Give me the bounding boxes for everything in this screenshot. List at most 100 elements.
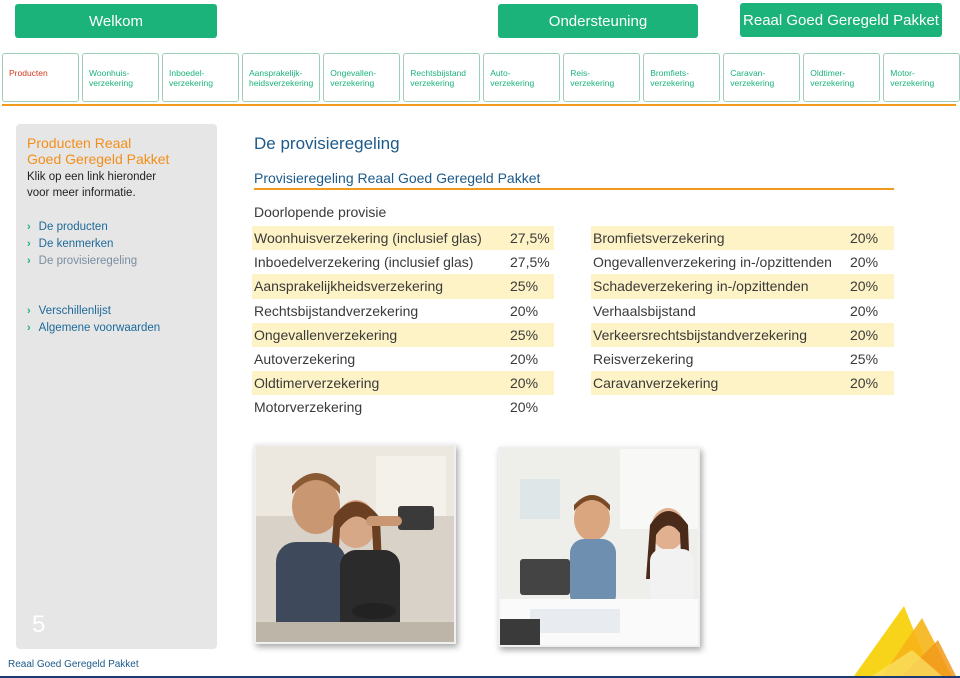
tab-label: Producten bbox=[9, 68, 48, 78]
tab-motorverzekering[interactable]: Motor-verzekering bbox=[883, 53, 960, 102]
rate-row: Verkeersrechtsbijstandverzekering 20% bbox=[591, 322, 894, 347]
rate-percentage: 27,5% bbox=[510, 254, 550, 271]
sidebar-link-algemene-voorwaarden[interactable]: › Algemene voorwaarden bbox=[27, 320, 160, 337]
section-divider bbox=[254, 188, 894, 190]
sidebar-link-label: De kenmerken bbox=[38, 238, 114, 250]
tab-label: verzekering bbox=[490, 78, 535, 88]
tab-caravanverzekering[interactable]: Caravan-verzekering bbox=[723, 53, 801, 102]
sidebar-link-de-provisieregeling[interactable]: › De provisieregeling bbox=[27, 253, 137, 270]
tab-rechtsbijstandverzekering[interactable]: Rechtsbijstand verzekering bbox=[403, 53, 481, 102]
tab-label: verzekering bbox=[810, 78, 855, 88]
tab-reisverzekering[interactable]: Reis-verzekering bbox=[563, 53, 641, 102]
tab-label: Rechtsbijstand bbox=[410, 68, 467, 78]
sidebar-description-line: voor meer informatie. bbox=[27, 187, 136, 199]
sidebar-link-label: Verschillenlijst bbox=[38, 305, 111, 317]
tab-oldtimerverzekering[interactable]: Oldtimer-verzekering bbox=[803, 53, 881, 102]
photo-advisor-meeting bbox=[498, 447, 700, 647]
sidebar-link-label: Algemene voorwaarden bbox=[38, 322, 161, 334]
rate-name: Oldtimerverzekering bbox=[254, 375, 380, 392]
rate-percentage: 20% bbox=[510, 399, 539, 416]
tab-label: Bromfiets- bbox=[650, 68, 689, 78]
rate-name: Ongevallenverzekering in-/opzittenden bbox=[593, 254, 832, 271]
rate-percentage: 20% bbox=[510, 302, 539, 319]
rate-name: Rechtsbijstandverzekering bbox=[254, 302, 419, 319]
section-label: Doorlopende provisie bbox=[254, 204, 387, 220]
sidebar-link-verschillenlijst[interactable]: › Verschillenlijst bbox=[27, 303, 160, 320]
rate-percentage: 20% bbox=[510, 375, 539, 392]
rate-percentage: 20% bbox=[850, 375, 879, 392]
rate-row: Bromfietsverzekering 20% bbox=[591, 226, 894, 251]
tab-producten[interactable]: Producten bbox=[2, 53, 79, 102]
rate-row: Woonhuisverzekering (inclusief glas) 27,5… bbox=[252, 226, 554, 251]
welkom-button[interactable]: Welkom bbox=[15, 4, 217, 38]
chevron-right-icon: › bbox=[27, 322, 31, 334]
photo-couple-selfie bbox=[254, 444, 456, 644]
rate-row: Reisverzekering 25% bbox=[591, 347, 894, 371]
chevron-right-icon: › bbox=[27, 238, 31, 250]
sidebar-title: Producten Reaal Goed Geregeld Pakket bbox=[27, 135, 207, 167]
rate-percentage: 27,5% bbox=[510, 230, 550, 247]
tab-aansprakelijkheidsverzekering[interactable]: Aansprakelijk-heidsverzekering bbox=[242, 53, 321, 102]
rate-percentage: 20% bbox=[850, 278, 879, 295]
rate-name: Motorverzekering bbox=[254, 399, 363, 416]
rate-name: Reisverzekering bbox=[593, 351, 694, 368]
tab-label: Auto- bbox=[490, 68, 511, 78]
rate-row: Caravanverzekering 20% bbox=[591, 371, 894, 396]
rate-row: Rechtsbijstandverzekering 20% bbox=[252, 299, 554, 323]
tab-label: Aansprakelijk- bbox=[249, 68, 303, 78]
tab-label: Motor- bbox=[890, 68, 915, 78]
tab-label: Inboedel- bbox=[169, 68, 205, 78]
rate-percentage: 20% bbox=[850, 254, 879, 271]
rate-percentage: 25% bbox=[850, 351, 879, 368]
chevron-right-icon: › bbox=[27, 305, 31, 317]
tab-woonhuisverzekering[interactable]: Woonhuis-verzekering bbox=[82, 53, 159, 102]
rate-name: Ongevallenverzekering bbox=[254, 326, 398, 343]
tab-label: verzekering bbox=[650, 78, 695, 88]
rate-row: Schadeverzekering in-/opzittenden 20% bbox=[591, 274, 894, 299]
chevron-right-icon: › bbox=[27, 255, 31, 267]
sidebar-links-secondary: › Verschillenlijst › Algemene voorwaarden bbox=[27, 303, 160, 337]
rate-percentage: 20% bbox=[850, 326, 879, 343]
tab-label: verzekering bbox=[89, 78, 133, 88]
photo-couple-selfie-image bbox=[256, 446, 454, 642]
sidebar-description-line: Klik op een link hieronder bbox=[27, 171, 157, 183]
rate-name: Woonhuisverzekering (inclusief glas) bbox=[254, 230, 482, 247]
tab-ongevallenverzekering[interactable]: Ongevallen-verzekering bbox=[323, 53, 401, 102]
sidebar-link-label: De provisieregeling bbox=[38, 255, 138, 267]
tab-inboedelverzekering[interactable]: Inboedel-verzekering bbox=[162, 53, 239, 102]
product-tabs: Producten Woonhuis-verzekering Inboedel-… bbox=[2, 53, 960, 103]
pakket-button[interactable]: Reaal Goed Geregeld Pakket bbox=[740, 3, 942, 37]
tab-bromfietsverzekering[interactable]: Bromfiets-verzekering bbox=[643, 53, 721, 102]
tab-label: verzekering bbox=[570, 78, 615, 88]
rate-name: Schadeverzekering in-/opzittenden bbox=[593, 278, 809, 295]
tab-label: verzekering bbox=[410, 78, 455, 88]
rate-row: Motorverzekering 20% bbox=[252, 395, 554, 419]
sidebar-title-line: Producten Reaal bbox=[27, 135, 132, 151]
sidebar-link-de-kenmerken[interactable]: › De kenmerken bbox=[27, 236, 137, 253]
tab-label: Caravan- bbox=[730, 68, 766, 78]
rates-list-right: Bromfietsverzekering 20% Ongevallenverzek… bbox=[591, 226, 894, 396]
rates-list-left: Woonhuisverzekering (inclusief glas) 27,5… bbox=[252, 226, 554, 420]
tab-label: verzekering bbox=[730, 78, 775, 88]
tab-label: verzekering bbox=[169, 78, 213, 88]
section-title: Provisieregeling Reaal Goed Geregeld Pak… bbox=[254, 170, 541, 186]
rate-row: Autoverzekering 20% bbox=[252, 347, 554, 371]
tab-autoverzekering[interactable]: Auto-verzekering bbox=[483, 53, 561, 102]
chevron-right-icon: › bbox=[27, 221, 31, 233]
sidebar-title-line: Goed Geregeld Pakket bbox=[27, 151, 170, 167]
sidebar: Producten Reaal Goed Geregeld Pakket Kli… bbox=[16, 124, 217, 649]
sidebar-link-de-producten[interactable]: › De producten bbox=[27, 219, 137, 236]
rate-percentage: 20% bbox=[850, 302, 879, 319]
rate-name: Autoverzekering bbox=[254, 351, 356, 368]
rate-row: Oldtimerverzekering 20% bbox=[252, 371, 554, 396]
rate-row: Aansprakelijkheidsverzekering 25% bbox=[252, 274, 554, 299]
ondersteuning-button[interactable]: Ondersteuning bbox=[498, 4, 698, 38]
rate-row: Ongevallenverzekering 25% bbox=[252, 322, 554, 347]
tab-label: Oldtimer- bbox=[810, 68, 846, 78]
tab-label: heidsverzekering bbox=[249, 78, 314, 88]
tab-label: verzekering bbox=[890, 78, 935, 88]
tab-label: Reis- bbox=[570, 68, 591, 78]
sidebar-link-label: De producten bbox=[38, 221, 108, 233]
tab-label: Ongevallen- bbox=[330, 68, 377, 78]
photo-advisor-meeting-image bbox=[500, 449, 698, 645]
